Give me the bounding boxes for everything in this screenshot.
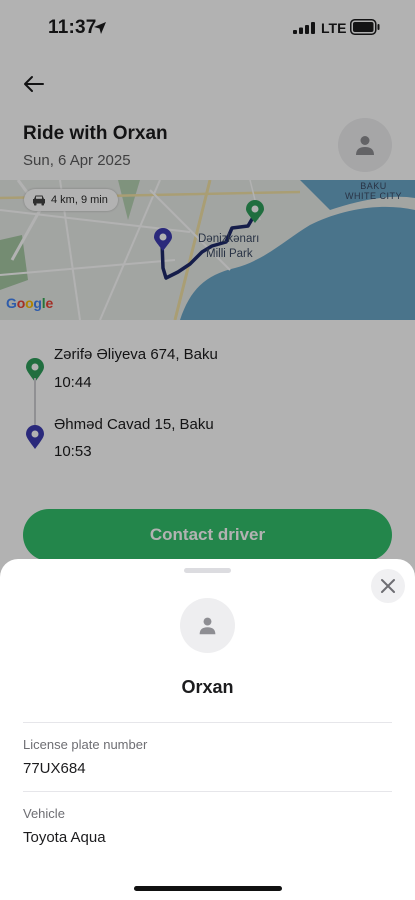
user-icon: [199, 617, 216, 635]
close-button[interactable]: [371, 569, 405, 603]
sheet-grabber[interactable]: [184, 568, 231, 573]
driver-details-sheet: Orxan License plate number 77UX684 Vehic…: [0, 559, 415, 900]
vehicle-value: Toyota Aqua: [23, 829, 106, 846]
license-plate-value: 77UX684: [23, 760, 86, 777]
divider: [23, 722, 392, 723]
driver-avatar-large: [180, 598, 235, 653]
divider: [23, 791, 392, 792]
close-icon: [381, 579, 395, 593]
license-plate-label: License plate number: [23, 737, 148, 752]
home-indicator[interactable]: [134, 886, 282, 891]
driver-name: Orxan: [181, 677, 234, 697]
vehicle-label: Vehicle: [23, 806, 65, 821]
